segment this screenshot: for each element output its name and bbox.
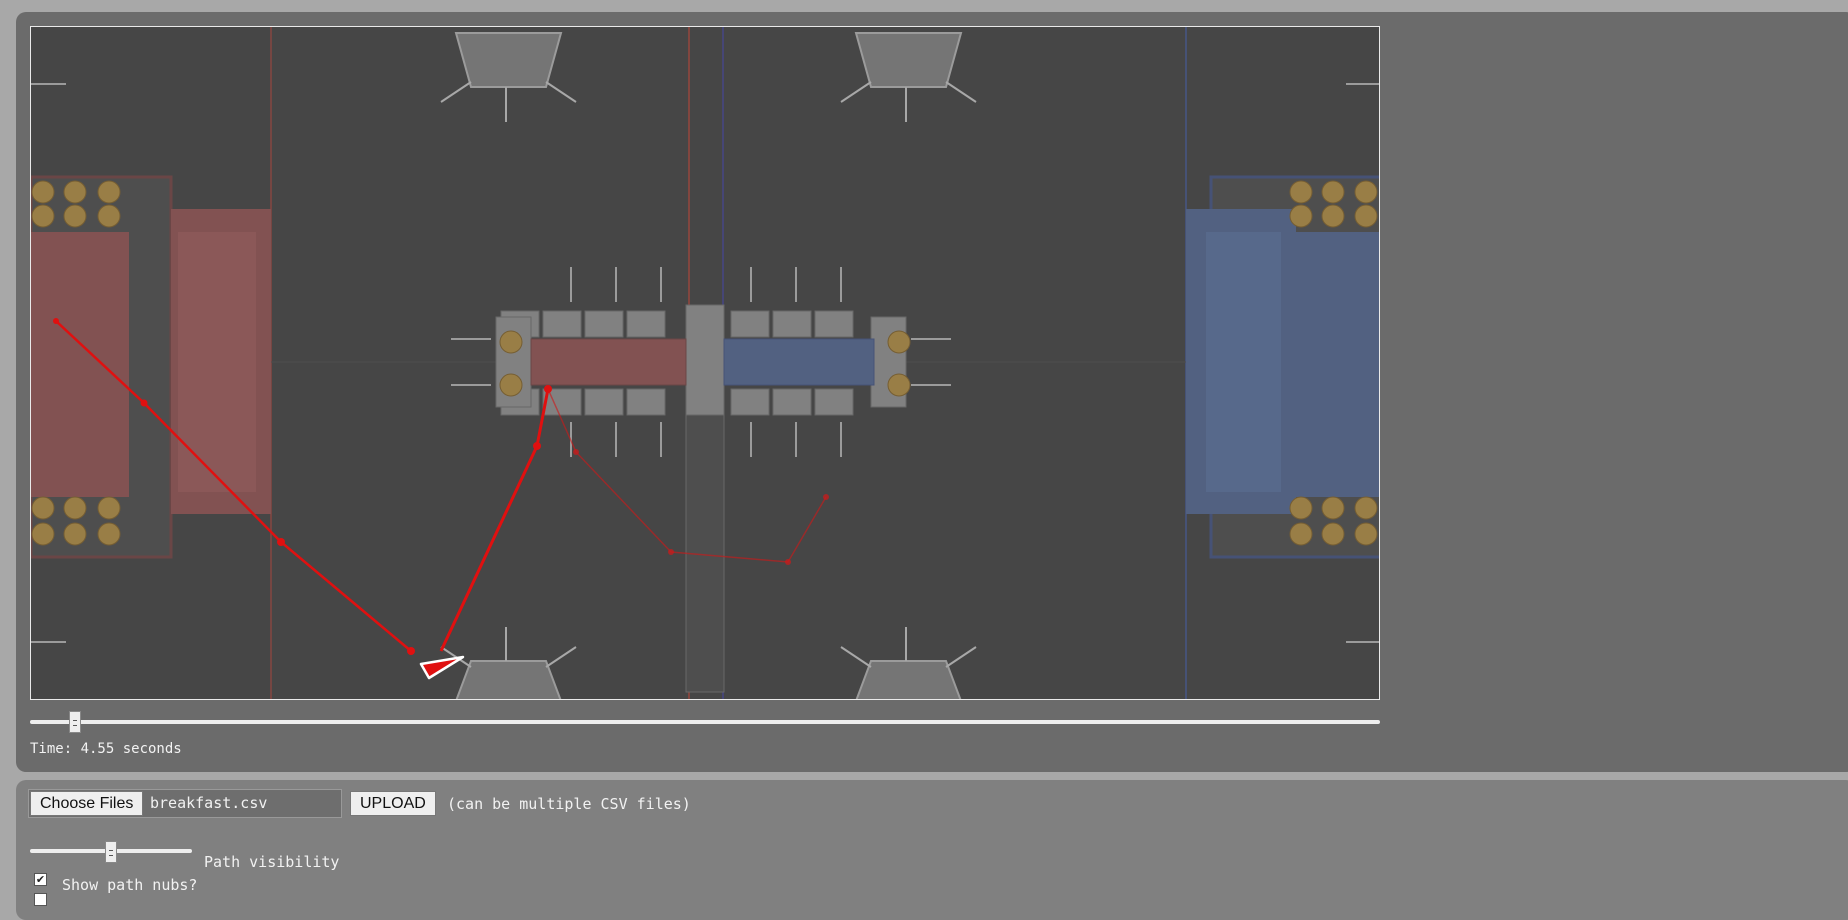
upload-button[interactable]: UPLOAD <box>350 791 436 816</box>
time-slider[interactable] <box>30 720 1380 724</box>
time-label: Time: 4.55 seconds <box>30 741 182 757</box>
file-name: breakfast.csv <box>150 794 268 812</box>
show-nubs-checkbox[interactable]: ✔ <box>34 873 47 886</box>
choose-files-button[interactable]: Choose Files <box>30 791 144 816</box>
upload-hint: (can be multiple CSV files) <box>447 795 691 813</box>
option-checkbox[interactable] <box>34 893 47 906</box>
show-nubs-label: Show path nubs? <box>62 876 198 894</box>
time-slider-thumb[interactable] <box>68 711 81 733</box>
path-visibility-thumb[interactable] <box>105 841 117 863</box>
field-canvas[interactable] <box>30 26 1380 700</box>
path-visibility-label: Path visibility <box>204 853 340 871</box>
